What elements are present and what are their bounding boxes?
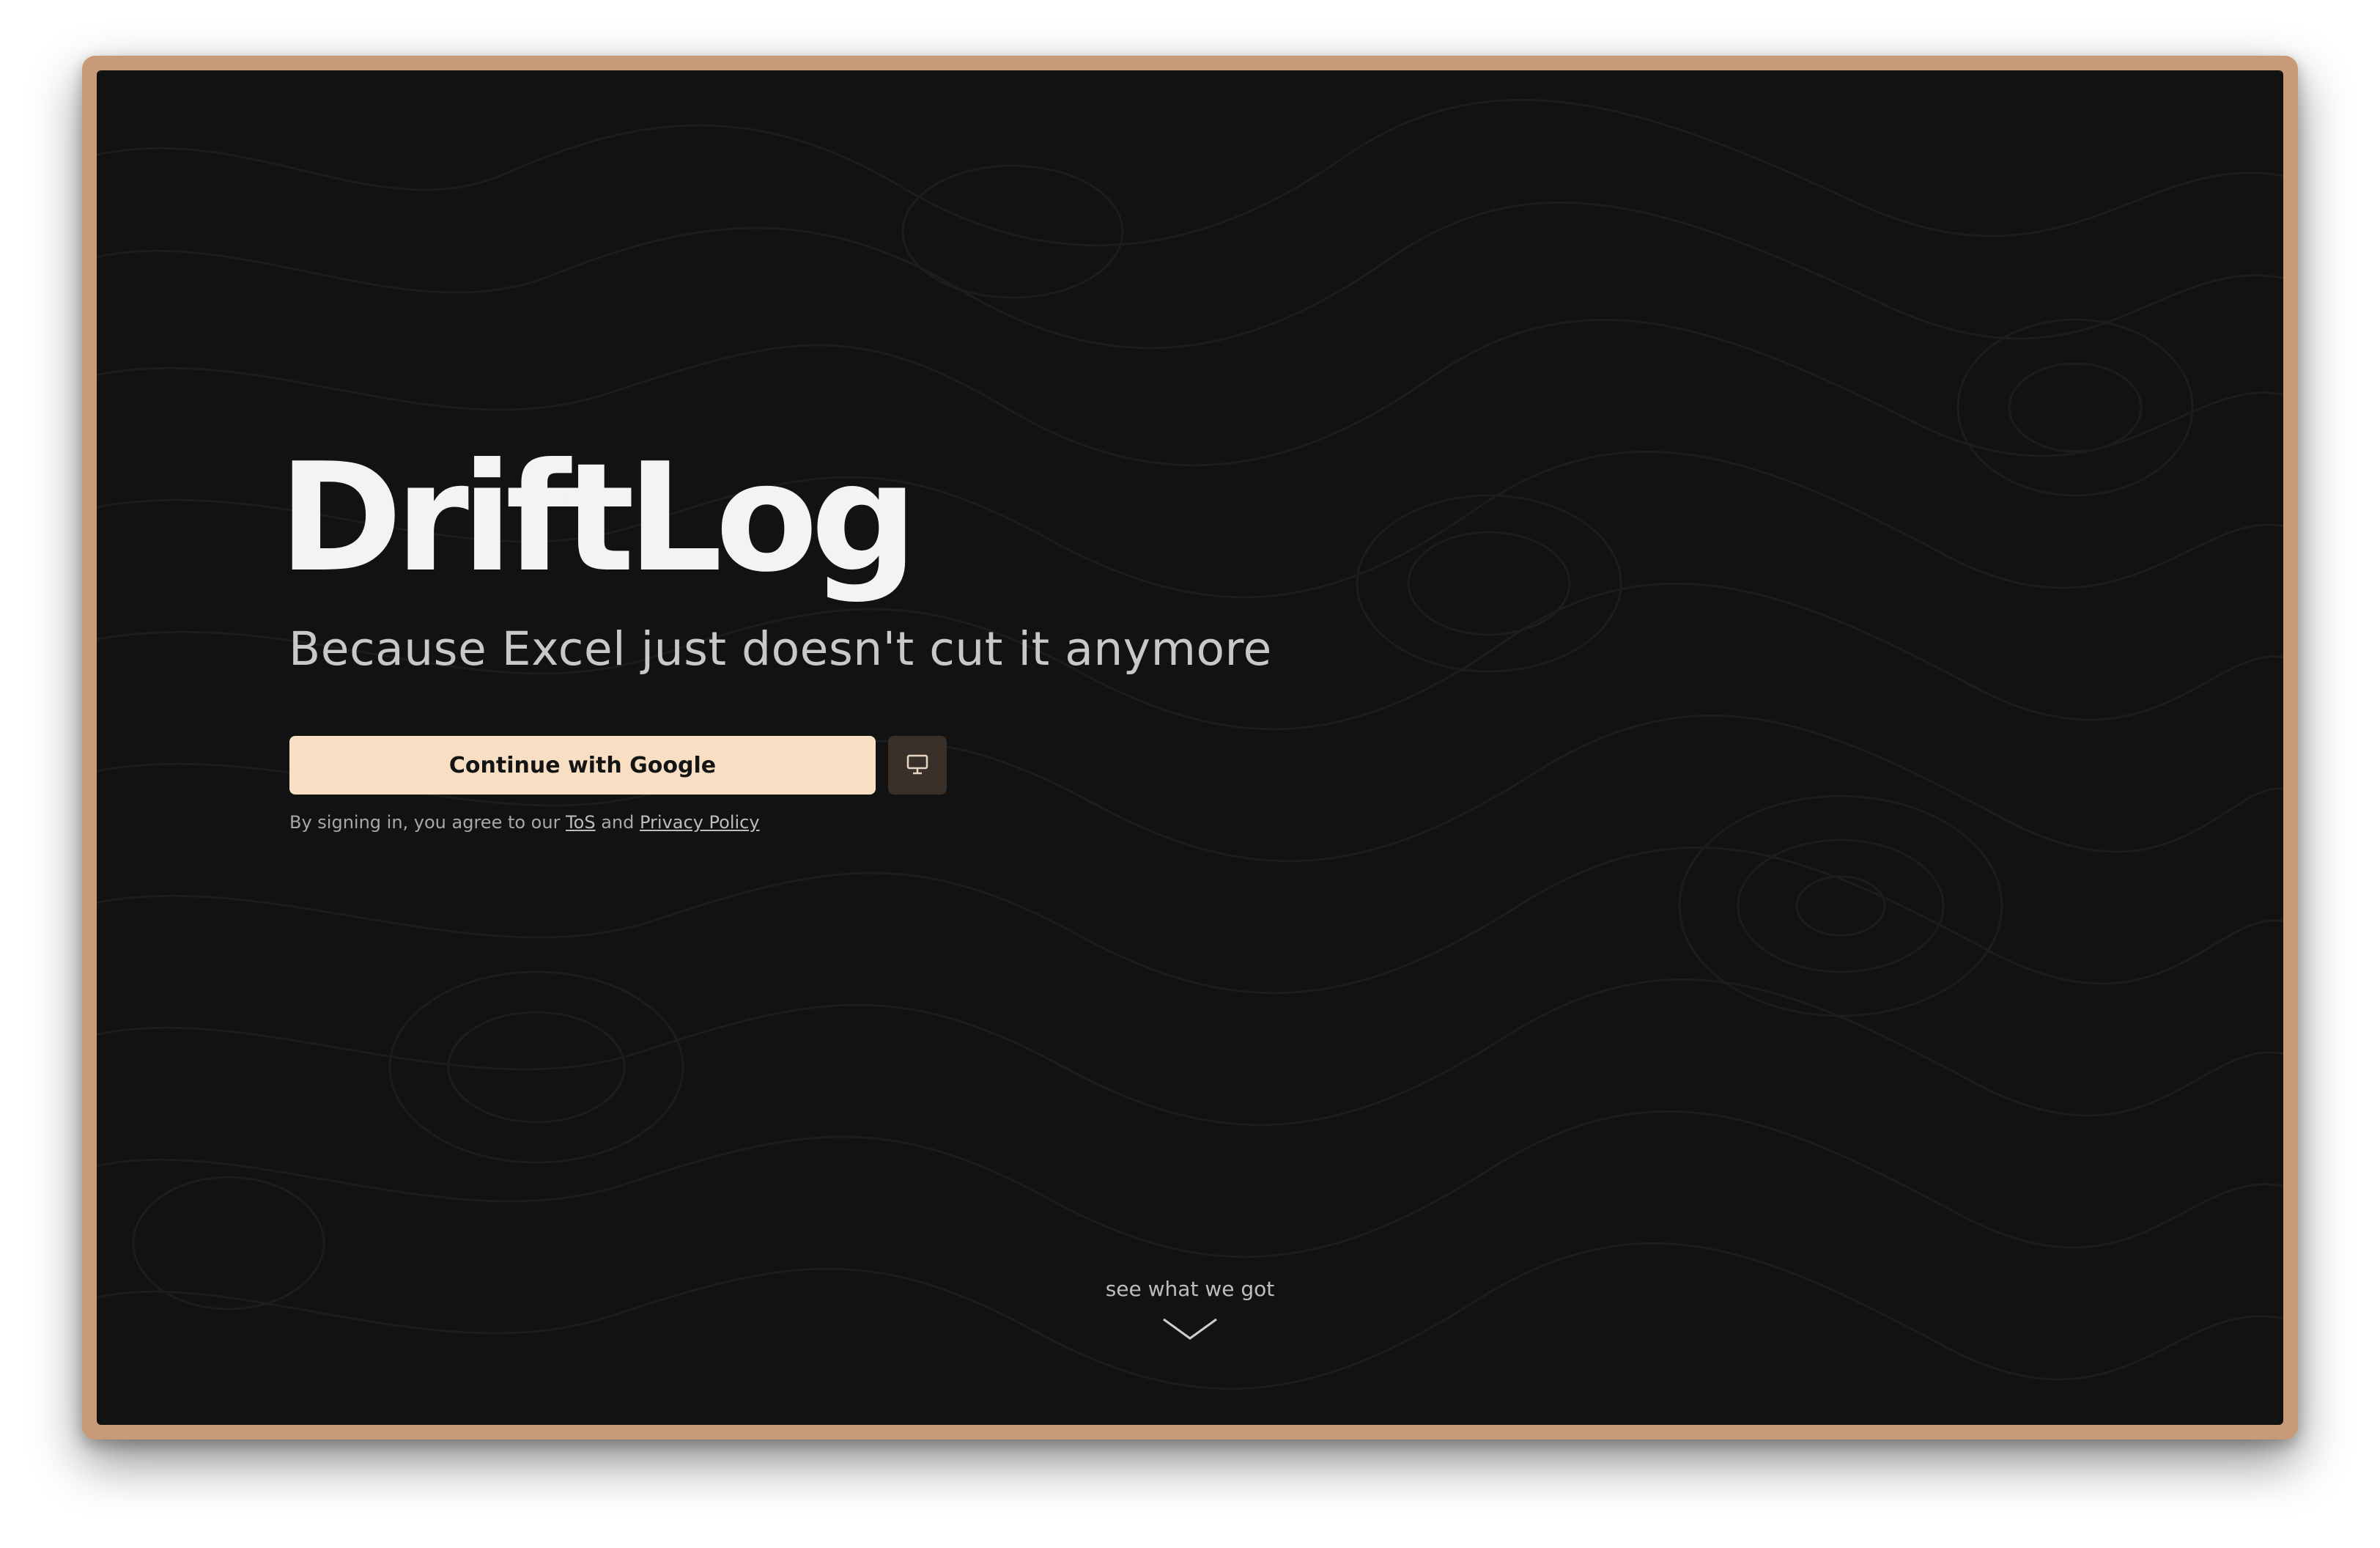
chevron-down-icon[interactable] [1161,1316,1219,1346]
tos-link[interactable]: ToS [566,812,596,833]
app-screen: DriftLog Because Excel just doesn't cut … [97,70,2283,1425]
device-frame: DriftLog Because Excel just doesn't cut … [82,56,2298,1440]
scroll-hint-label: see what we got [1105,1277,1275,1301]
monitor-icon [906,753,929,778]
legal-notice: By signing in, you agree to our ToS and … [289,812,760,833]
legal-and: and [595,812,640,833]
privacy-policy-link[interactable]: Privacy Policy [640,812,760,833]
continue-with-google-button[interactable]: Continue with Google [289,736,876,795]
device-login-button[interactable] [888,736,947,795]
app-title: DriftLog [278,432,917,605]
app-tagline: Because Excel just doesn't cut it anymor… [289,622,1272,676]
legal-prefix: By signing in, you agree to our [289,812,566,833]
